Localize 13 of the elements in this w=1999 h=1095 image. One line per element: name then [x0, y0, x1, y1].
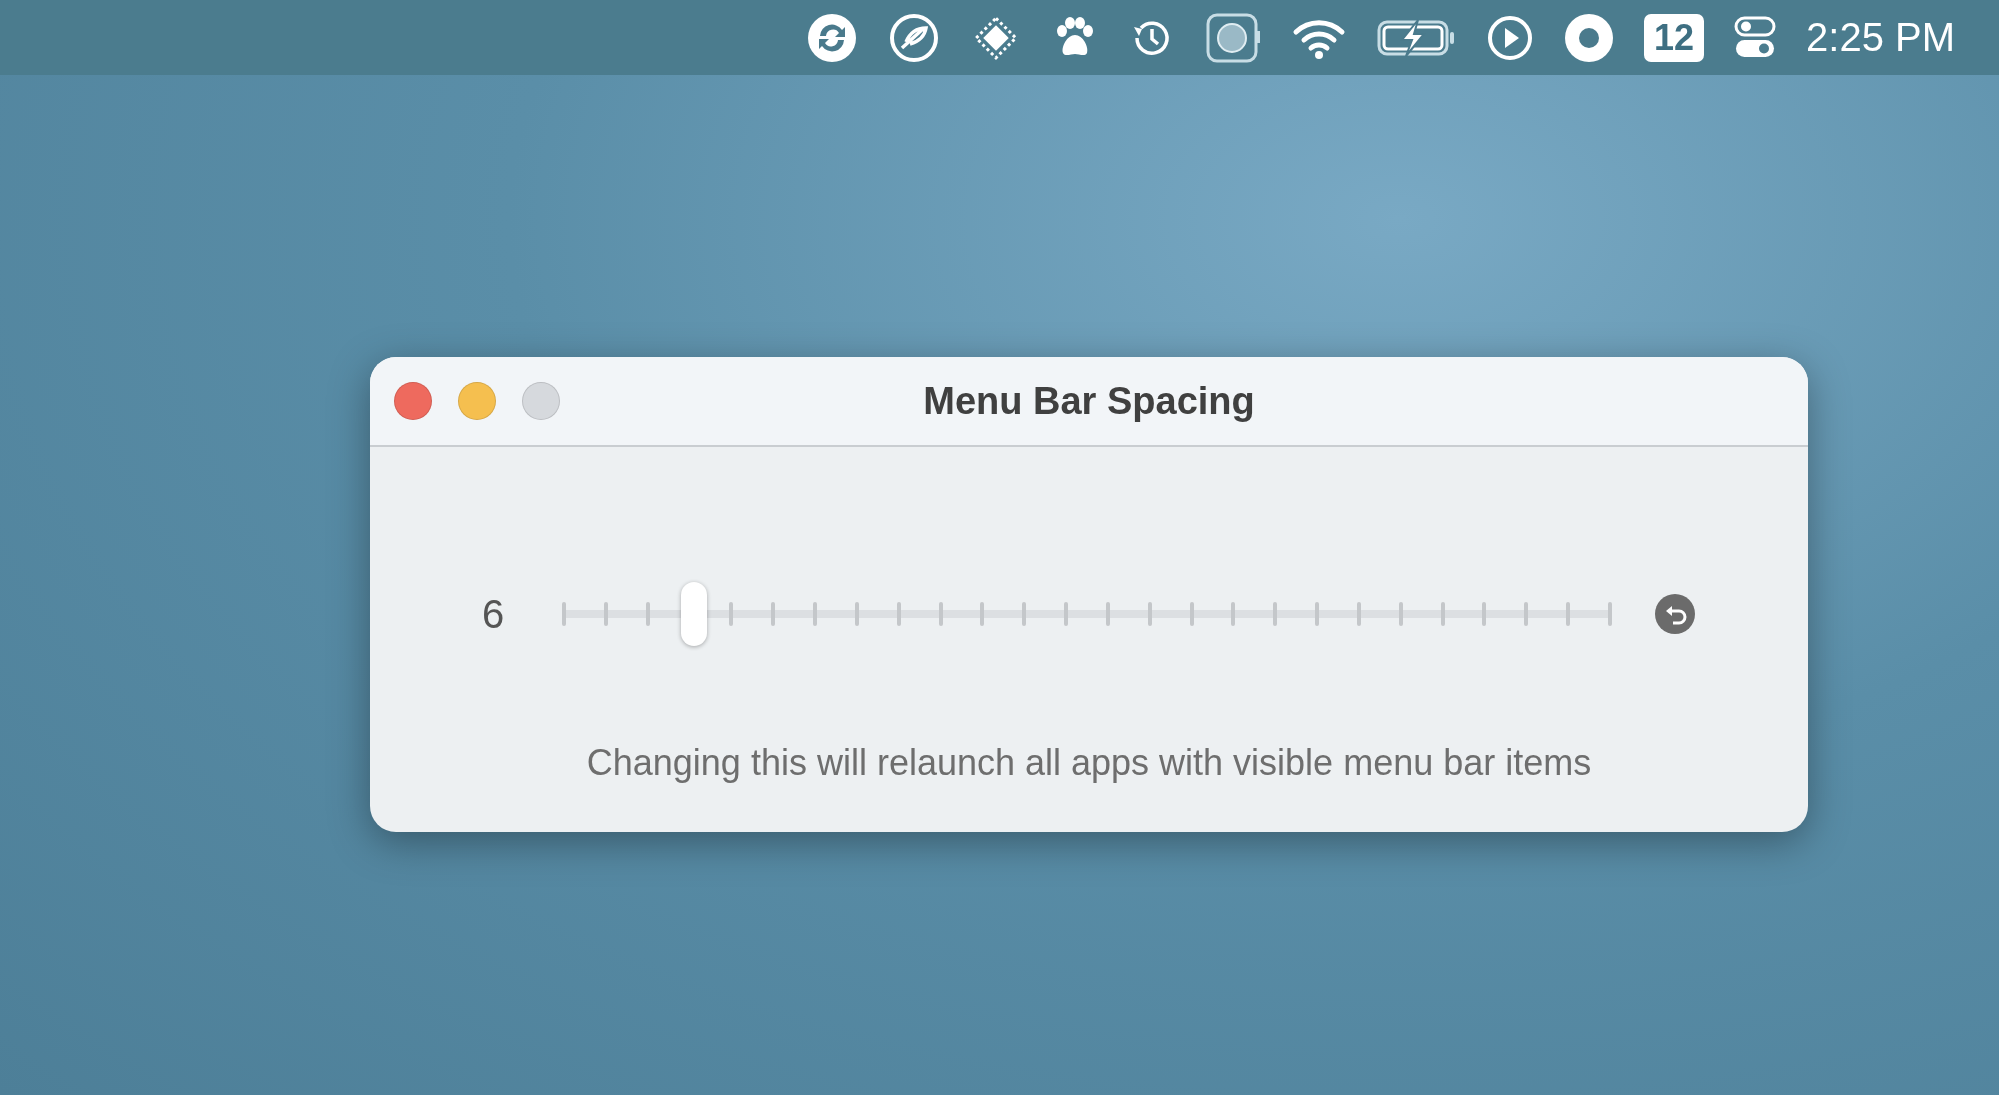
close-button[interactable]	[394, 382, 432, 420]
record-icon[interactable]	[1564, 12, 1614, 63]
slider-value: 6	[482, 591, 506, 637]
date-badge[interactable]: 12	[1644, 13, 1705, 62]
reset-icon[interactable]	[1654, 593, 1696, 635]
spacing-slider[interactable]	[562, 582, 1612, 646]
relaunch-note: Changing this will relaunch all apps with visible menu bar items	[586, 742, 1592, 784]
window-title: Menu Bar Spacing	[922, 379, 1256, 423]
feather-icon[interactable]	[888, 11, 940, 64]
play-icon[interactable]	[1486, 13, 1534, 62]
clock[interactable]: 2:25 PM	[1806, 15, 1955, 60]
sync-icon[interactable]	[806, 11, 858, 64]
slider-thumb[interactable]	[681, 582, 708, 646]
